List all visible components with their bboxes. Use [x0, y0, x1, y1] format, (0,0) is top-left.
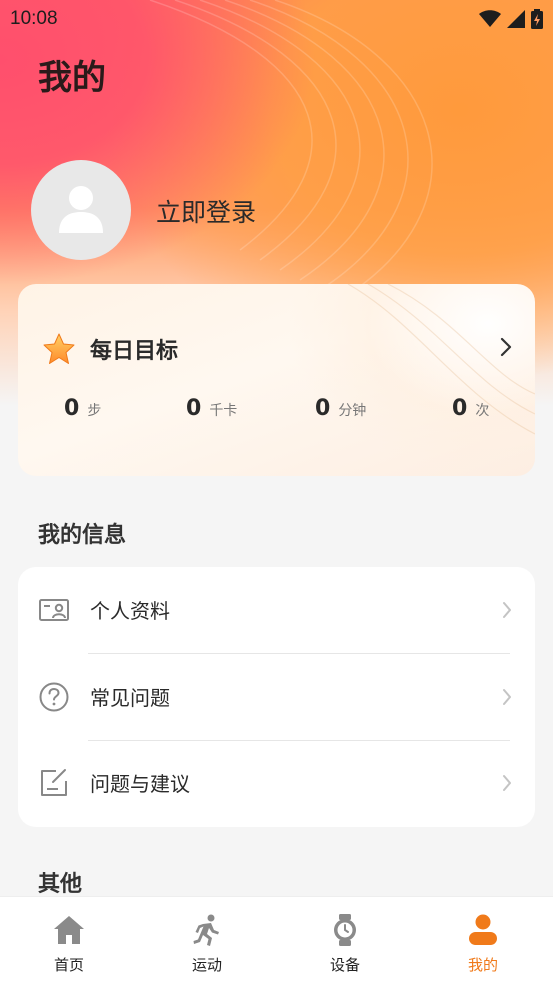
chevron-right-icon[interactable]	[499, 336, 513, 358]
tab-label: 首页	[53, 956, 84, 974]
list-item-label: 问题与建议	[90, 772, 190, 796]
my-info-card: 个人资料 常见问题 问题与建议	[18, 567, 535, 827]
stat-steps: 0 步	[64, 396, 101, 421]
signal-icon	[507, 10, 525, 28]
stat-calories: 0 千卡	[186, 396, 237, 421]
daily-goal-header: 每日目标	[42, 332, 178, 366]
tab-label: 设备	[329, 956, 360, 974]
battery-icon	[531, 9, 543, 29]
question-icon	[39, 682, 69, 712]
tab-sport[interactable]: 运动	[138, 897, 276, 984]
star-icon	[43, 333, 75, 364]
tab-home[interactable]: 首页	[0, 897, 138, 984]
user-avatar-icon	[59, 186, 103, 233]
running-icon	[193, 914, 219, 946]
feedback-edit-icon	[41, 769, 67, 796]
tab-label: 我的	[467, 956, 498, 974]
watch-icon	[334, 914, 356, 946]
stat-value: 0	[452, 396, 468, 421]
chevron-right-icon	[503, 775, 511, 791]
list-item-feedback[interactable]: 问题与建议	[18, 740, 535, 826]
person-icon	[469, 914, 497, 945]
stat-value: 0	[315, 396, 331, 421]
list-item-faq[interactable]: 常见问题	[18, 654, 535, 740]
page-title: 我的	[38, 58, 106, 98]
stat-value: 0	[64, 396, 80, 421]
tab-label: 运动	[191, 956, 222, 974]
status-bar: 10:08	[0, 0, 553, 38]
card-decoration	[347, 284, 535, 435]
wifi-icon	[479, 10, 501, 27]
stat-unit: 千卡	[209, 403, 238, 419]
daily-goal-card[interactable]: 每日目标 0 步 0 千卡 0 分钟 0 次	[18, 284, 535, 476]
other-section-title: 其他	[38, 872, 83, 897]
home-icon	[54, 916, 84, 944]
list-item-label: 常见问题	[90, 686, 170, 710]
tab-mine[interactable]: 我的	[414, 897, 552, 984]
my-info-section-title: 我的信息	[38, 523, 127, 548]
tab-device[interactable]: 设备	[276, 897, 414, 984]
avatar[interactable]	[31, 160, 131, 260]
bottom-tab-bar: 首页 运动 设备 我的	[0, 896, 553, 984]
stat-unit: 分钟	[338, 403, 367, 419]
list-item-profile[interactable]: 个人资料	[18, 567, 535, 653]
system-icons	[479, 9, 543, 29]
daily-goal-title: 每日目标	[90, 339, 179, 364]
chevron-right-icon	[503, 689, 511, 705]
profile-card-icon	[39, 599, 69, 621]
list-item-label: 个人资料	[90, 599, 170, 623]
stat-minutes: 0 分钟	[315, 396, 366, 421]
daily-goal-stats: 0 步 0 千卡 0 分钟 0 次	[18, 396, 535, 426]
stat-unit: 步	[87, 403, 102, 419]
stat-times: 0 次	[452, 396, 489, 421]
chevron-right-icon	[503, 602, 511, 618]
status-time: 10:08	[10, 8, 58, 29]
stat-value: 0	[186, 396, 202, 421]
login-link[interactable]: 立即登录	[156, 193, 256, 229]
stat-unit: 次	[475, 403, 490, 419]
